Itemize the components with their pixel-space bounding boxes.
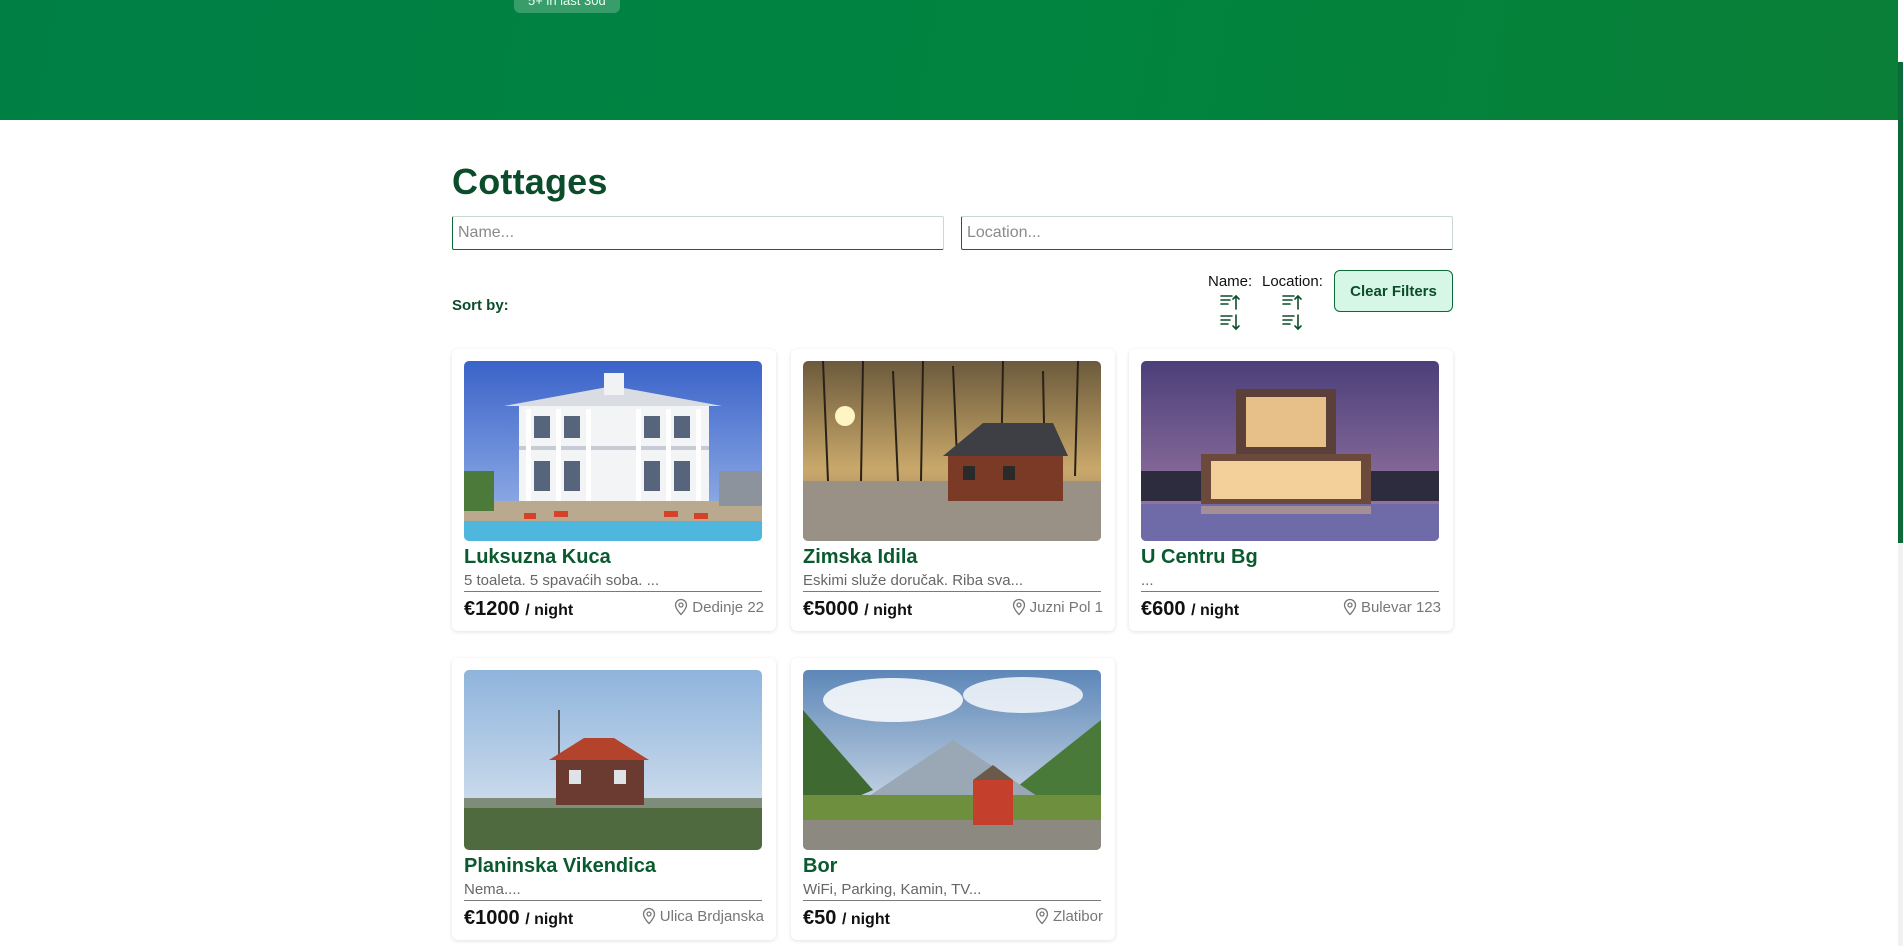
location-sort-label: Location:: [1262, 273, 1323, 290]
cottage-description: WiFi, Parking, Kamin, TV...: [803, 881, 1101, 901]
cottage-price: €1200 / night: [464, 598, 573, 621]
cottage-card[interactable]: Planinska Vikendica Nema.... €1000 / nig…: [452, 658, 776, 940]
location-pin-icon: [1035, 907, 1049, 925]
name-sort-label: Name:: [1208, 273, 1253, 290]
cottage-title[interactable]: Bor: [803, 855, 837, 878]
cottage-description: 5 toaleta. 5 spavaćih soba. ...: [464, 572, 762, 592]
cottage-location: Juzni Pol 1: [1011, 598, 1103, 616]
cottage-image[interactable]: [464, 361, 762, 541]
cottage-image[interactable]: [803, 670, 1101, 850]
hero-banner: 5+ in last 30d: [0, 0, 1903, 120]
scrollbar-thumb[interactable]: [1898, 0, 1903, 543]
cottage-location: Zlatibor: [1034, 907, 1103, 925]
price-value: €1200: [464, 598, 520, 620]
location-text: Dedinje 22: [692, 598, 764, 616]
cottage-card[interactable]: U Centru Bg ... €600 / night Bulevar 123: [1129, 349, 1453, 631]
location-pin-icon: [1012, 598, 1025, 616]
location-text: Zlatibor: [1052, 907, 1103, 925]
price-value: €600: [1141, 598, 1186, 620]
location-filter-input[interactable]: [961, 216, 1453, 250]
hero-badge: 5+ in last 30d: [514, 0, 620, 13]
location-text: Ulica Brdjanska: [659, 907, 764, 925]
cottage-price: €600 / night: [1141, 598, 1239, 621]
name-filter-input[interactable]: [452, 216, 944, 250]
cottage-description: ...: [1141, 572, 1439, 592]
location-text: Juzni Pol 1: [1029, 598, 1103, 616]
cottage-price: €50 / night: [803, 907, 890, 930]
sort-ascending-icon[interactable]: [1219, 290, 1241, 312]
cottage-image[interactable]: [803, 361, 1101, 541]
cottage-title[interactable]: Luksuzna Kuca: [464, 546, 611, 569]
cottage-location: Ulica Brdjanska: [641, 907, 764, 925]
sort-descending-icon[interactable]: [1219, 312, 1241, 334]
cottage-title[interactable]: Zimska Idila: [803, 546, 918, 569]
cottage-card[interactable]: Bor WiFi, Parking, Kamin, TV... €50 / ni…: [791, 658, 1115, 940]
cottage-image[interactable]: [464, 670, 762, 850]
location-pin-icon: [675, 598, 688, 616]
clear-filters-button[interactable]: Clear Filters: [1334, 270, 1453, 312]
price-unit: / night: [525, 911, 574, 928]
cottage-description: Nema....: [464, 881, 762, 901]
location-pin-icon: [1343, 598, 1357, 616]
location-text: Bulevar 123: [1360, 598, 1441, 616]
sort-ascending-icon[interactable]: [1281, 290, 1303, 312]
name-sort-group: Name:: [1208, 273, 1252, 334]
price-unit: / night: [525, 602, 574, 619]
price-value: €50: [803, 907, 837, 929]
cottage-price: €5000 / night: [803, 598, 912, 621]
cottage-location: Bulevar 123: [1342, 598, 1441, 616]
cottage-title[interactable]: Planinska Vikendica: [464, 855, 656, 878]
page-title: Cottages: [452, 161, 608, 202]
cottage-price: €1000 / night: [464, 907, 573, 930]
price-value: €5000: [803, 598, 859, 620]
scrollbar-gap: [1898, 0, 1903, 62]
price-value: €1000: [464, 907, 520, 929]
cottage-location: Dedinje 22: [673, 598, 764, 616]
cottage-card[interactable]: Luksuzna Kuca 5 toaleta. 5 spavaćih soba…: [452, 349, 776, 631]
price-unit: / night: [1191, 602, 1240, 619]
cottage-description: Eskimi služe doručak. Riba sva...: [803, 572, 1101, 592]
cottage-title[interactable]: U Centru Bg: [1141, 546, 1258, 569]
price-unit: / night: [841, 911, 890, 928]
location-sort-group: Location:: [1262, 273, 1323, 334]
price-unit: / night: [864, 602, 913, 619]
sort-by-label: Sort by:: [452, 297, 509, 314]
cottage-image[interactable]: [1141, 361, 1439, 541]
location-pin-icon: [642, 907, 655, 925]
page-scrollbar[interactable]: [1898, 0, 1903, 946]
sort-descending-icon[interactable]: [1281, 312, 1303, 334]
cottage-card[interactable]: Zimska Idila Eskimi služe doručak. Riba …: [791, 349, 1115, 631]
